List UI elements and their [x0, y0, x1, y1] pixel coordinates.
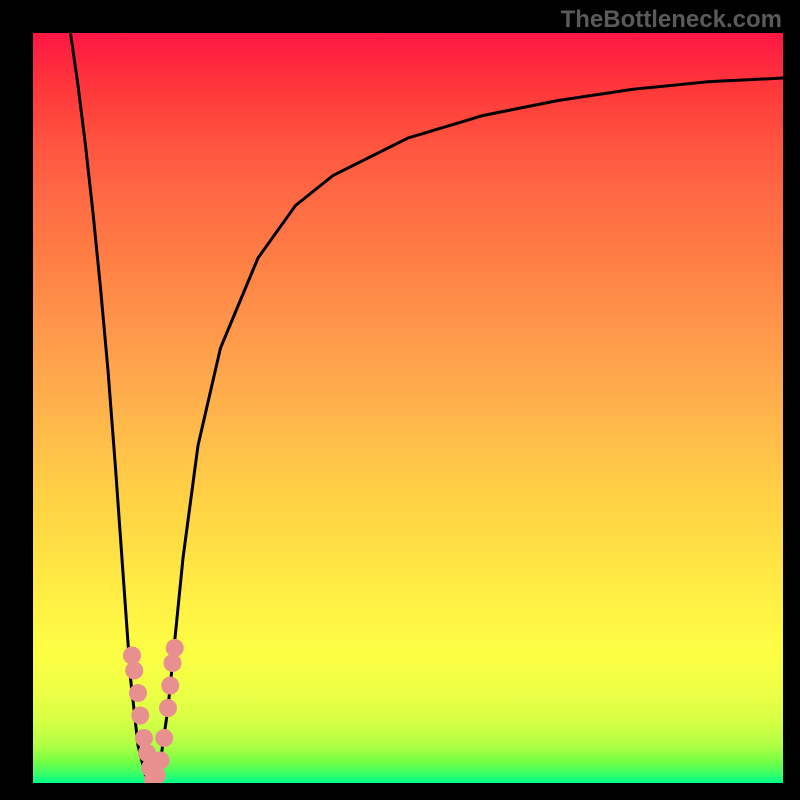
data-marker [152, 752, 170, 770]
chart-markers [33, 33, 783, 783]
chart-container: TheBottleneck.com [0, 0, 800, 800]
watermark-text: TheBottleneck.com [561, 6, 782, 34]
data-marker [131, 707, 149, 725]
data-marker [155, 729, 173, 747]
data-marker [135, 729, 153, 747]
data-marker [161, 677, 179, 695]
data-marker [166, 639, 184, 657]
markers-group [123, 639, 184, 783]
data-marker [129, 684, 147, 702]
data-marker [159, 699, 177, 717]
data-marker [125, 662, 143, 680]
